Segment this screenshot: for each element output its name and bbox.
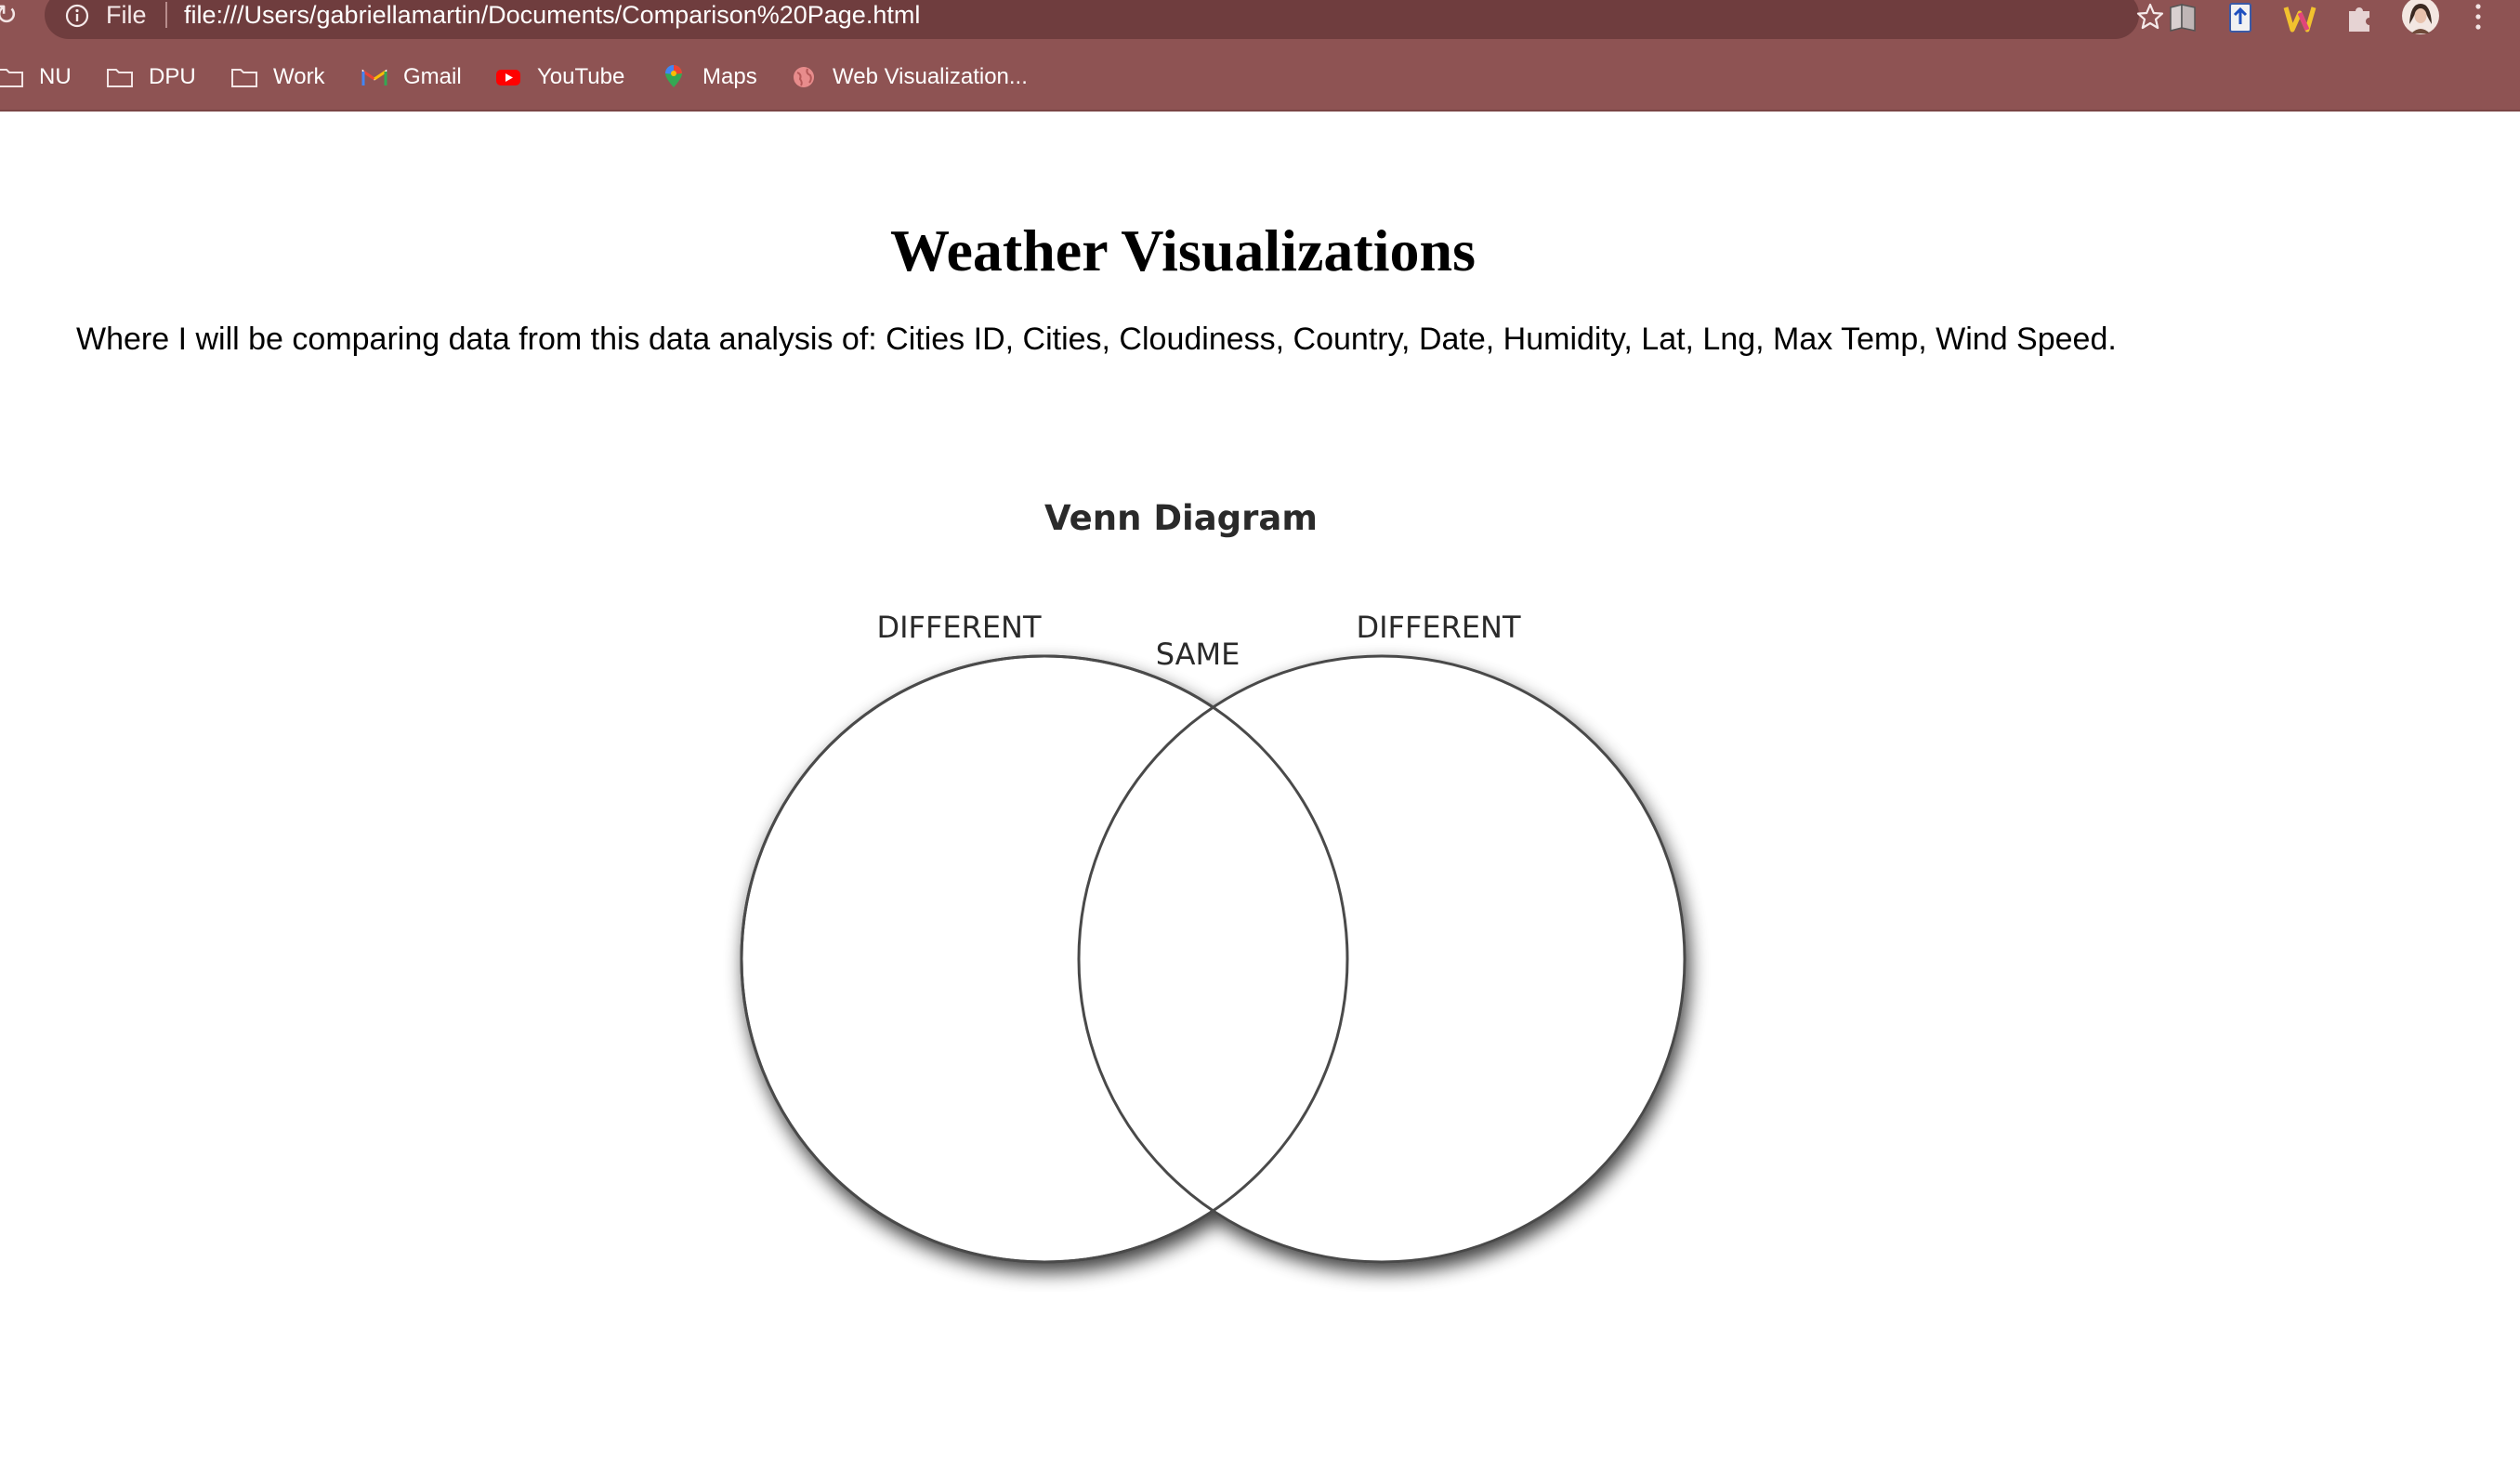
profile-avatar[interactable] [2401,0,2440,35]
bookmark-youtube[interactable]: YouTube [494,58,624,97]
page-content: Weather Visualizations Where I will be c… [0,112,2520,1459]
venn-heading: Venn Diagram [1044,498,1318,538]
reading-list-extension-icon[interactable] [2165,0,2200,35]
globe-icon [794,67,814,87]
bookmark-maps[interactable]: Maps [660,58,757,97]
url-text[interactable]: file:///Users/gabriellamartin/Documents/… [184,0,920,30]
bookmark-label: Gmail [403,64,462,89]
chip-divider [165,2,167,28]
bookmark-web-visualization[interactable]: Web Visualization... [790,58,1028,97]
bookmark-nu[interactable]: NU [0,58,72,97]
site-chip[interactable]: File [106,0,147,30]
folder-icon [0,69,23,87]
browser-chrome: ↻ File file:///Users/gabriellamartin/Doc… [0,0,2520,112]
maps-icon [665,65,682,87]
bookmark-work[interactable]: Work [230,58,325,97]
page-title: Weather Visualizations [890,217,1476,283]
bookmark-star-icon[interactable] [2135,2,2165,32]
venn-label-left: DIFFERENT [876,610,1042,645]
bookmarks-bar: NU DPU Work Gmail YouTube Maps Web Visua… [0,58,2520,97]
info-icon[interactable] [65,4,89,28]
bookmark-label: Work [273,64,325,89]
folder-icon [107,69,133,87]
reload-icon[interactable]: ↻ [0,2,18,30]
bookmark-label: NU [39,64,72,89]
more-menu-icon[interactable] [2474,2,2483,32]
w-extension-icon[interactable] [2282,0,2317,35]
gmail-icon [361,69,387,85]
folder-icon [231,69,257,87]
extensions-puzzle-icon[interactable] [2342,0,2377,35]
bookmark-label: Maps [702,64,757,89]
bookmark-dpu[interactable]: DPU [106,58,196,97]
bookmark-gmail[interactable]: Gmail [361,58,462,97]
address-row: ↻ File file:///Users/gabriellamartin/Doc… [0,0,2520,41]
omnibox[interactable]: File file:///Users/gabriellamartin/Docum… [45,0,2164,39]
bookmark-label: DPU [149,64,196,89]
page-description: Where I will be comparing data from this… [76,322,2117,357]
bookmark-label: Web Visualization... [833,64,1028,89]
venn-label-middle: SAME [1156,637,1240,672]
upload-extension-icon[interactable] [2223,0,2258,35]
venn-label-right: DIFFERENT [1356,610,1521,645]
venn-diagram-image: Venn Diagram DIFFERENT SAME DIFFERENT [706,381,1728,1292]
bookmark-label: YouTube [537,64,625,89]
venn-circle-right [1077,654,1687,1264]
youtube-icon [496,70,520,85]
